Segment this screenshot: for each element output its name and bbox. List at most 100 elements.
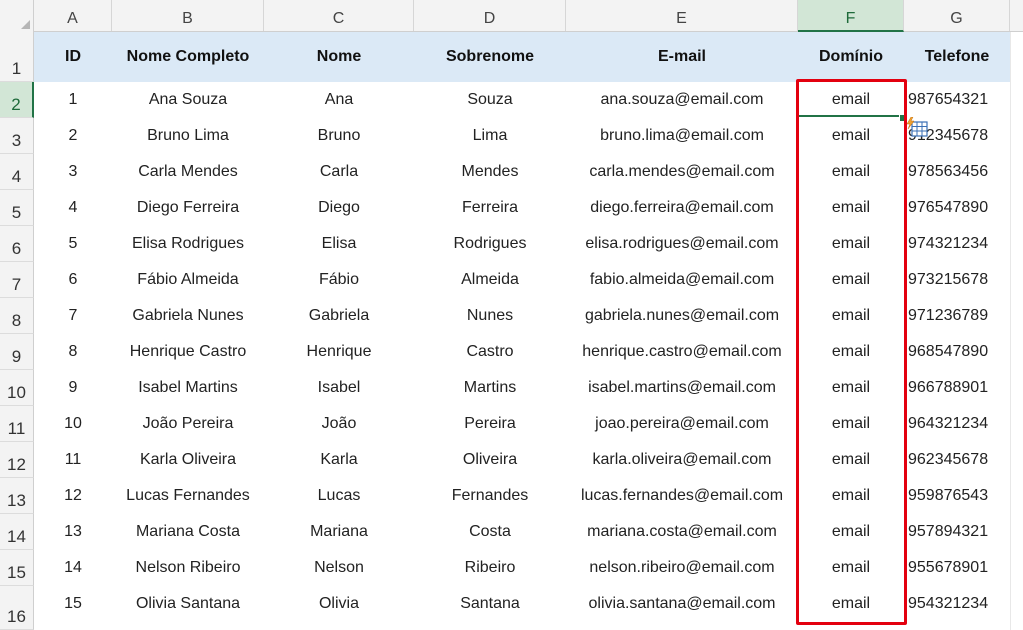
cell-email[interactable]: karla.oliveira@email.com [566, 442, 798, 478]
cell-sobrenome[interactable]: Castro [414, 334, 566, 370]
cell-nome[interactable]: Mariana [264, 514, 414, 550]
cell-sobrenome[interactable]: Pereira [414, 406, 566, 442]
cell-nome[interactable]: Diego [264, 190, 414, 226]
header-cell-dominio[interactable]: Domínio [798, 32, 904, 82]
column-header-e[interactable]: E [566, 0, 798, 31]
cell-telefone[interactable]: 968547890 [904, 334, 1010, 370]
column-header-b[interactable]: B [112, 0, 264, 31]
cell-nome-completo[interactable]: Elisa Rodrigues [112, 226, 264, 262]
cell-telefone[interactable]: 959876543 [904, 478, 1010, 514]
cell-sobrenome[interactable]: Costa [414, 514, 566, 550]
cell-sobrenome[interactable]: Souza [414, 82, 566, 118]
cell-telefone[interactable]: 966788901 [904, 370, 1010, 406]
row-header-6[interactable]: 6 [0, 226, 34, 262]
cell-nome[interactable]: Elisa [264, 226, 414, 262]
row-header-2[interactable]: 2 [0, 82, 34, 118]
cell-id[interactable]: 5 [34, 226, 112, 262]
cell-nome-completo[interactable]: Nelson Ribeiro [112, 550, 264, 586]
cell-nome-completo[interactable]: Isabel Martins [112, 370, 264, 406]
cell-id[interactable]: 9 [34, 370, 112, 406]
cell-id[interactable]: 8 [34, 334, 112, 370]
cell-email[interactable]: carla.mendes@email.com [566, 154, 798, 190]
cell-nome[interactable]: Karla [264, 442, 414, 478]
cell-id[interactable]: 4 [34, 190, 112, 226]
cell-email[interactable]: nelson.ribeiro@email.com [566, 550, 798, 586]
column-header-d[interactable]: D [414, 0, 566, 31]
cell-email[interactable]: olivia.santana@email.com [566, 586, 798, 622]
cell-nome[interactable]: Carla [264, 154, 414, 190]
cell-nome-completo[interactable]: Mariana Costa [112, 514, 264, 550]
cell-email[interactable]: mariana.costa@email.com [566, 514, 798, 550]
cell-sobrenome[interactable]: Santana [414, 586, 566, 622]
cell-email[interactable]: ana.souza@email.com [566, 82, 798, 118]
cell-email[interactable]: elisa.rodrigues@email.com [566, 226, 798, 262]
cell-nome-completo[interactable]: João Pereira [112, 406, 264, 442]
cell-id[interactable]: 15 [34, 586, 112, 622]
cell-sobrenome[interactable]: Mendes [414, 154, 566, 190]
cell-email[interactable]: fabio.almeida@email.com [566, 262, 798, 298]
cell-telefone[interactable]: 954321234 [904, 586, 1010, 622]
cell-id[interactable]: 12 [34, 478, 112, 514]
row-header-10[interactable]: 10 [0, 370, 34, 406]
header-cell-id[interactable]: ID [34, 32, 112, 82]
cell-telefone[interactable]: 978563456 [904, 154, 1010, 190]
cell-id[interactable]: 1 [34, 82, 112, 118]
row-header-8[interactable]: 8 [0, 298, 34, 334]
cell-nome-completo[interactable]: Henrique Castro [112, 334, 264, 370]
select-all-button[interactable] [0, 0, 34, 32]
cell-sobrenome[interactable]: Rodrigues [414, 226, 566, 262]
cell-sobrenome[interactable]: Martins [414, 370, 566, 406]
cell-sobrenome[interactable]: Ribeiro [414, 550, 566, 586]
cell-nome-completo[interactable]: Olivia Santana [112, 586, 264, 622]
row-header-13[interactable]: 13 [0, 478, 34, 514]
column-header-g[interactable]: G [904, 0, 1010, 31]
row-header-5[interactable]: 5 [0, 190, 34, 226]
cell-sobrenome[interactable]: Fernandes [414, 478, 566, 514]
header-cell-nome-completo[interactable]: Nome Completo [112, 32, 264, 82]
cell-sobrenome[interactable]: Lima [414, 118, 566, 154]
cell-email[interactable]: gabriela.nunes@email.com [566, 298, 798, 334]
flash-fill-options-icon[interactable] [906, 117, 928, 137]
row-header-1[interactable]: 1 [0, 32, 34, 82]
cell-nome[interactable]: Olivia [264, 586, 414, 622]
cell-nome[interactable]: Lucas [264, 478, 414, 514]
cell-nome-completo[interactable]: Carla Mendes [112, 154, 264, 190]
row-header-11[interactable]: 11 [0, 406, 34, 442]
cell-id[interactable]: 13 [34, 514, 112, 550]
cell-nome-completo[interactable]: Fábio Almeida [112, 262, 264, 298]
row-header-15[interactable]: 15 [0, 550, 34, 586]
column-header-c[interactable]: C [264, 0, 414, 31]
cell-nome-completo[interactable]: Gabriela Nunes [112, 298, 264, 334]
cell-id[interactable]: 11 [34, 442, 112, 478]
cell-nome-completo[interactable]: Karla Oliveira [112, 442, 264, 478]
cell-id[interactable]: 7 [34, 298, 112, 334]
cell-nome[interactable]: Gabriela [264, 298, 414, 334]
cell-email[interactable]: lucas.fernandes@email.com [566, 478, 798, 514]
row-header-7[interactable]: 7 [0, 262, 34, 298]
row-header-3[interactable]: 3 [0, 118, 34, 154]
cell-email[interactable]: henrique.castro@email.com [566, 334, 798, 370]
cell-nome-completo[interactable]: Diego Ferreira [112, 190, 264, 226]
cell-telefone[interactable]: 957894321 [904, 514, 1010, 550]
header-cell-sobrenome[interactable]: Sobrenome [414, 32, 566, 82]
row-header-4[interactable]: 4 [0, 154, 34, 190]
cell-email[interactable]: diego.ferreira@email.com [566, 190, 798, 226]
header-cell-email[interactable]: E-mail [566, 32, 798, 82]
cell-telefone[interactable]: 974321234 [904, 226, 1010, 262]
cell-telefone[interactable]: 976547890 [904, 190, 1010, 226]
cell-nome-completo[interactable]: Lucas Fernandes [112, 478, 264, 514]
header-cell-telefone[interactable]: Telefone [904, 32, 1010, 82]
column-header-f[interactable]: F [798, 0, 904, 32]
header-cell-nome[interactable]: Nome [264, 32, 414, 82]
cell-telefone[interactable]: 962345678 [904, 442, 1010, 478]
cell-nome[interactable]: João [264, 406, 414, 442]
column-header-a[interactable]: A [34, 0, 112, 31]
cell-id[interactable]: 3 [34, 154, 112, 190]
cell-email[interactable]: joao.pereira@email.com [566, 406, 798, 442]
cell-nome[interactable]: Isabel [264, 370, 414, 406]
cell-nome[interactable]: Fábio [264, 262, 414, 298]
cell-telefone[interactable]: 987654321 [904, 82, 1010, 118]
cell-nome-completo[interactable]: Ana Souza [112, 82, 264, 118]
cell-telefone[interactable]: 973215678 [904, 262, 1010, 298]
cell-nome[interactable]: Henrique [264, 334, 414, 370]
